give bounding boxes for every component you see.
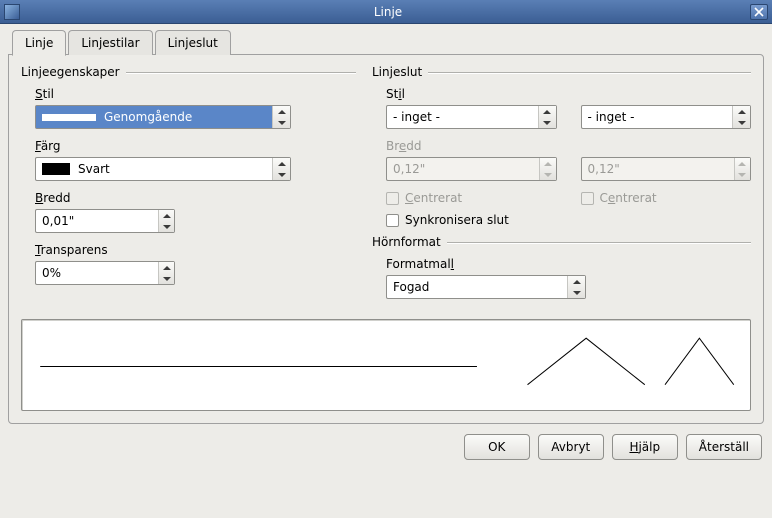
combo-value: - inget - bbox=[588, 110, 635, 124]
combo-arrows[interactable] bbox=[732, 106, 750, 128]
label-transparens: Transparens bbox=[35, 243, 356, 257]
label-bredd: Bredd bbox=[35, 191, 356, 205]
endwidth-left-input bbox=[387, 158, 539, 180]
group-linjeegenskaper: Linjeegenskaper bbox=[21, 65, 126, 79]
combo-value: Genomgående bbox=[104, 110, 192, 124]
label-formatmall: Formatmall bbox=[386, 257, 751, 271]
spin-transparency[interactable] bbox=[35, 261, 175, 285]
close-button[interactable] bbox=[750, 4, 768, 20]
spin-endwidth-left bbox=[386, 157, 557, 181]
spin-arrows bbox=[539, 158, 555, 180]
label-endstyle: Stil bbox=[386, 87, 751, 101]
checkbox-centered-left bbox=[386, 192, 399, 205]
endwidth-right-input bbox=[582, 158, 734, 180]
button-label: Återställ bbox=[699, 440, 749, 454]
divider bbox=[447, 242, 751, 243]
combo-cornerstyle[interactable]: Fogad bbox=[386, 275, 586, 299]
combo-value: Svart bbox=[78, 162, 110, 176]
button-label: Avbryt bbox=[551, 440, 590, 454]
titlebar: Linje bbox=[0, 0, 772, 24]
combo-arrows[interactable] bbox=[272, 158, 290, 180]
combo-endstyle-left[interactable]: - inget - bbox=[386, 105, 557, 129]
combo-line-style[interactable]: Genomgående bbox=[35, 105, 291, 129]
combo-color[interactable]: Svart bbox=[35, 157, 291, 181]
combo-arrows[interactable] bbox=[567, 276, 585, 298]
window-title: Linje bbox=[26, 5, 750, 19]
color-swatch bbox=[42, 163, 70, 175]
label-sync: Synkronisera slut bbox=[405, 213, 509, 227]
spin-arrows bbox=[734, 158, 750, 180]
ok-button[interactable]: OK bbox=[464, 434, 530, 460]
checkbox-sync[interactable] bbox=[386, 214, 399, 227]
cancel-button[interactable]: Avbryt bbox=[538, 434, 604, 460]
spin-width[interactable] bbox=[35, 209, 175, 233]
spin-endwidth-right bbox=[581, 157, 752, 181]
tab-linjestilar[interactable]: Linjestilar bbox=[68, 30, 152, 55]
close-icon bbox=[754, 7, 764, 17]
line-style-swatch bbox=[42, 114, 96, 121]
preview-svg bbox=[22, 320, 750, 413]
tabs: Linje Linjestilar Linjeslut bbox=[8, 30, 764, 55]
label-farg: Färg bbox=[35, 139, 356, 153]
combo-value: - inget - bbox=[393, 110, 440, 124]
help-button[interactable]: Hjälp bbox=[612, 434, 678, 460]
tab-label: Linjestilar bbox=[81, 36, 139, 50]
combo-arrows[interactable] bbox=[272, 106, 290, 128]
divider bbox=[428, 72, 751, 73]
button-label: OK bbox=[488, 440, 505, 454]
spin-arrows[interactable] bbox=[158, 210, 174, 232]
group-hornformat: Hörnformat bbox=[372, 235, 447, 249]
tab-label: Linje bbox=[25, 36, 53, 50]
label-stil: Stil bbox=[35, 87, 356, 101]
label-endwidth: Bredd bbox=[386, 139, 751, 153]
checkbox-centered-right bbox=[581, 192, 594, 205]
tab-label: Linjeslut bbox=[168, 36, 218, 50]
combo-value: Fogad bbox=[393, 280, 429, 294]
preview bbox=[21, 319, 751, 411]
spin-arrows[interactable] bbox=[158, 262, 174, 284]
tab-linjeslut[interactable]: Linjeslut bbox=[155, 30, 231, 55]
reset-button[interactable]: Återställ bbox=[686, 434, 762, 460]
tab-panel: Linjeegenskaper Stil Genomgående bbox=[8, 54, 764, 424]
label-centered-left: Centrerat bbox=[405, 191, 462, 205]
button-label: Hjälp bbox=[629, 440, 660, 454]
label-centered-right: Centrerat bbox=[600, 191, 657, 205]
app-icon bbox=[4, 4, 20, 20]
width-input[interactable] bbox=[36, 210, 158, 232]
divider bbox=[126, 72, 356, 73]
group-linjeslut: Linjeslut bbox=[372, 65, 428, 79]
transparency-input[interactable] bbox=[36, 262, 158, 284]
combo-endstyle-right[interactable]: - inget - bbox=[581, 105, 752, 129]
tab-linje[interactable]: Linje bbox=[12, 30, 66, 56]
combo-arrows[interactable] bbox=[538, 106, 556, 128]
